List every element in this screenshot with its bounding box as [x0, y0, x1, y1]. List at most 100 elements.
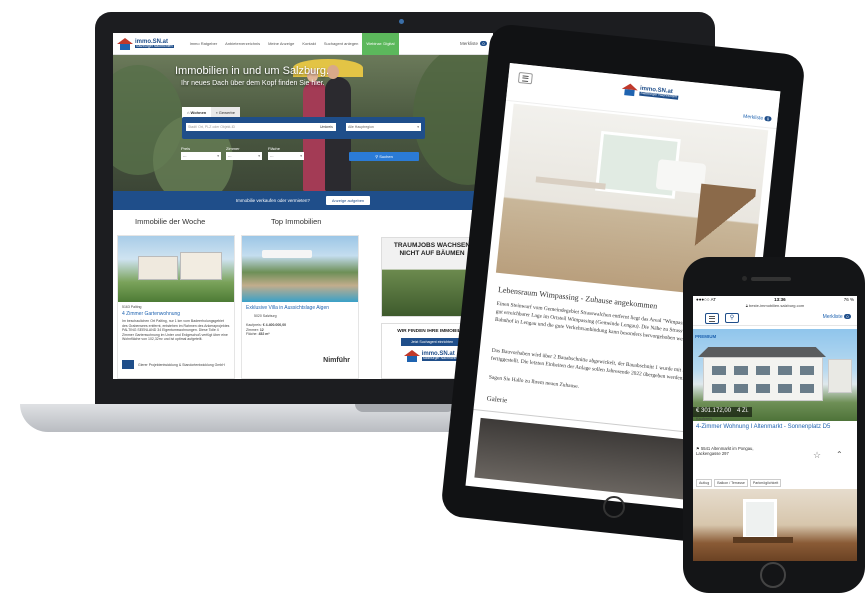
zimmer-select[interactable]: --- ▾: [226, 152, 262, 160]
feature-tag: Autlug: [696, 479, 713, 487]
woche-listing-card[interactable]: 5163 Palting 4 Zimmer Gartenwohnung Im b…: [117, 235, 235, 379]
listing-title[interactable]: 4 Zimmer Gartenwohnung: [122, 311, 230, 317]
tablet-merkliste-badge: 0: [764, 115, 772, 122]
house-logo-icon: [621, 82, 639, 97]
table-image: [733, 537, 793, 543]
sell-strip-text: Immobilie verkaufen oder vermieten?: [235, 198, 310, 203]
phone-merkliste[interactable]: Merkliste 0: [823, 314, 851, 320]
phone-screen: ●●●○○ AT 13:36 76 % 🔒︎ beste-immobilien.…: [693, 296, 857, 561]
phone-camera: [742, 276, 747, 281]
nav-link-kontakt[interactable]: Kontakt: [298, 41, 320, 46]
suchagent-button[interactable]: Jetzt Suchagent einrichten: [401, 338, 463, 346]
menu-icon[interactable]: [517, 71, 533, 85]
agent-logo-icon: [122, 360, 134, 370]
tablet-merkliste-label: Merkliste: [742, 113, 764, 122]
listing-photo: [242, 236, 358, 302]
address-line-1: 5541 Altenmarkt im Pongau,: [700, 446, 754, 451]
chevron-down-icon: ▾: [217, 154, 219, 158]
nav-link-anbieter[interactable]: Anbieterverzeichnis: [221, 41, 264, 46]
flaeche-select-value: ---: [270, 154, 274, 158]
phone-home-button[interactable]: [760, 562, 786, 588]
phone-navbar: ⚲ Merkliste 0: [693, 310, 857, 326]
chevron-up-icon[interactable]: ⌃: [836, 450, 843, 459]
listing-photo-interior[interactable]: [693, 489, 857, 561]
merkliste-label: Merkliste: [459, 41, 478, 46]
hero-subtitle: Ihr neues Dach über dem Kopf finden Sie …: [181, 80, 325, 87]
sofa-image: [655, 159, 707, 194]
address-line-2: Lackengasse 297: [696, 451, 729, 457]
phone-merkliste-label: Merkliste: [822, 314, 843, 320]
listing-area-row: Fläche: 452 m²: [246, 332, 354, 336]
site-navbar: immo.SN.at Salzburger Nachrichten Immo R…: [113, 33, 493, 55]
tablet-logo[interactable]: immo.SN.at Salzburger Nachrichten: [621, 82, 679, 101]
building-image: [703, 357, 823, 401]
house-logo-icon: [403, 350, 420, 362]
logo-sub-text: Salzburger Nachrichten: [135, 43, 174, 49]
roof-image: [698, 347, 826, 357]
url-text: beste-immobilien.salzburg.com: [749, 303, 805, 308]
menu-icon[interactable]: [705, 313, 719, 324]
zimmer-label: Zimmer: [226, 146, 240, 151]
feature-tags: Autlug Balkon / Terrasse Parkmöglichkeit: [696, 471, 783, 489]
anzeige-aufgeben-button[interactable]: Anzeige aufgeben: [325, 196, 371, 205]
top-listing-card[interactable]: Exklusive Villa in Aussichtslage Aigen 5…: [241, 235, 359, 379]
search-button-label: Suchen: [379, 154, 393, 159]
area-label: Fläche:: [246, 332, 258, 337]
star-icon[interactable]: ☆: [813, 450, 821, 461]
merkliste-link[interactable]: Merkliste 0: [460, 41, 487, 46]
location-pin-icon: ⚑: [696, 446, 700, 451]
building-image: [138, 256, 178, 280]
url-bar[interactable]: 🔒︎ beste-immobilien.salzburg.com: [693, 303, 857, 309]
rooms-value: 4 Zi.: [737, 408, 749, 414]
zimmer-select-value: ---: [228, 154, 232, 158]
umbrella-image: [262, 250, 312, 258]
listing-address: ⚑ 5541 Altenmarkt im Pongau, Lackengasse…: [696, 446, 754, 457]
hero-banner: Immobilien in und um Salzburg. Ihr neues…: [113, 55, 493, 191]
phone-speaker: [751, 277, 791, 281]
building-image: [180, 252, 222, 280]
listing-agent: Gierer Projektentwicklung & Standortentw…: [122, 360, 230, 370]
search-button[interactable]: ⚲ Suchen: [349, 152, 419, 161]
feature-tag: Parkmöglichkeit: [749, 479, 782, 487]
merkliste-count-badge: 0: [480, 41, 487, 46]
listing-paragraph-3: Sagen Sie Hallo zu Ihrem neuen Zuhause.: [488, 374, 580, 390]
umkreis-select[interactable]: Umkreis: [318, 123, 336, 131]
nav-link-ratgeber[interactable]: Immo Ratgeber: [186, 41, 222, 46]
device-mockup-composition: immo.SN.at Salzburger Nachrichten Immo R…: [0, 0, 866, 593]
section-heading-top: Top Immobilien: [271, 217, 322, 226]
house-logo-icon: [117, 37, 133, 50]
price-label: Kaufpreis: [696, 417, 713, 421]
listing-plz: 5163 Palting: [122, 305, 142, 309]
chevron-down-icon: ▾: [300, 154, 302, 158]
tablet-merkliste[interactable]: Merkliste 0: [743, 114, 772, 123]
listing-agent-name: Gierer Projektentwicklung & Standortentw…: [138, 362, 225, 367]
hero-title: Immobilien in und um Salzburg.: [175, 65, 330, 77]
phone-merkliste-badge: 0: [844, 314, 851, 319]
staircase-image: [694, 183, 757, 259]
listing-title[interactable]: 4-Zimmer Wohnung I Altenmarkt - Sonnenpl…: [696, 424, 846, 431]
tablet-home-button[interactable]: [603, 496, 625, 518]
region-select-value: Alle Hauptregion: [348, 125, 374, 129]
chevron-down-icon: ▾: [417, 125, 419, 129]
building-image: [828, 359, 852, 393]
price-bar: € 301.172,00 4 Zi.: [693, 407, 752, 417]
nav-links: Immo Ratgeber Anbieterverzeichnis Meine …: [186, 33, 399, 55]
window-image: [743, 499, 777, 539]
search-icon[interactable]: ⚲: [725, 313, 739, 323]
region-select[interactable]: Alle Hauptregion ▾: [346, 123, 421, 131]
search-input[interactable]: Stadt/ Ort, PLZ oder Objekt-ID: [186, 123, 336, 131]
listing-photo: [118, 236, 234, 302]
nav-link-suchagent[interactable]: Suchagent anlegen: [320, 41, 362, 46]
section-heading-woche: Immobilie der Woche: [135, 217, 206, 226]
nav-link-meine-anzeige[interactable]: Meine Anzeige: [264, 41, 298, 46]
listing-title[interactable]: Exklusive Villa in Aussichtslage Aigen: [246, 305, 354, 311]
feature-tag: Balkon / Terrasse: [714, 479, 748, 487]
flaeche-select[interactable]: --- ▾: [268, 152, 304, 160]
agent-logo: Nimführ: [323, 357, 350, 364]
site-logo[interactable]: immo.SN.at Salzburger Nachrichten: [117, 37, 174, 50]
sell-strip: Immobilie verkaufen oder vermieten? Anze…: [113, 191, 493, 210]
ad-logo-sub: Salzburger Nachrichten: [421, 356, 461, 361]
nav-link-webinar[interactable]: Webinar: Digital: [362, 33, 399, 55]
preis-select[interactable]: --- ▾: [181, 152, 221, 160]
listing-description: Im beschaulichen Ort Palting, nur 1 km v…: [122, 319, 230, 341]
